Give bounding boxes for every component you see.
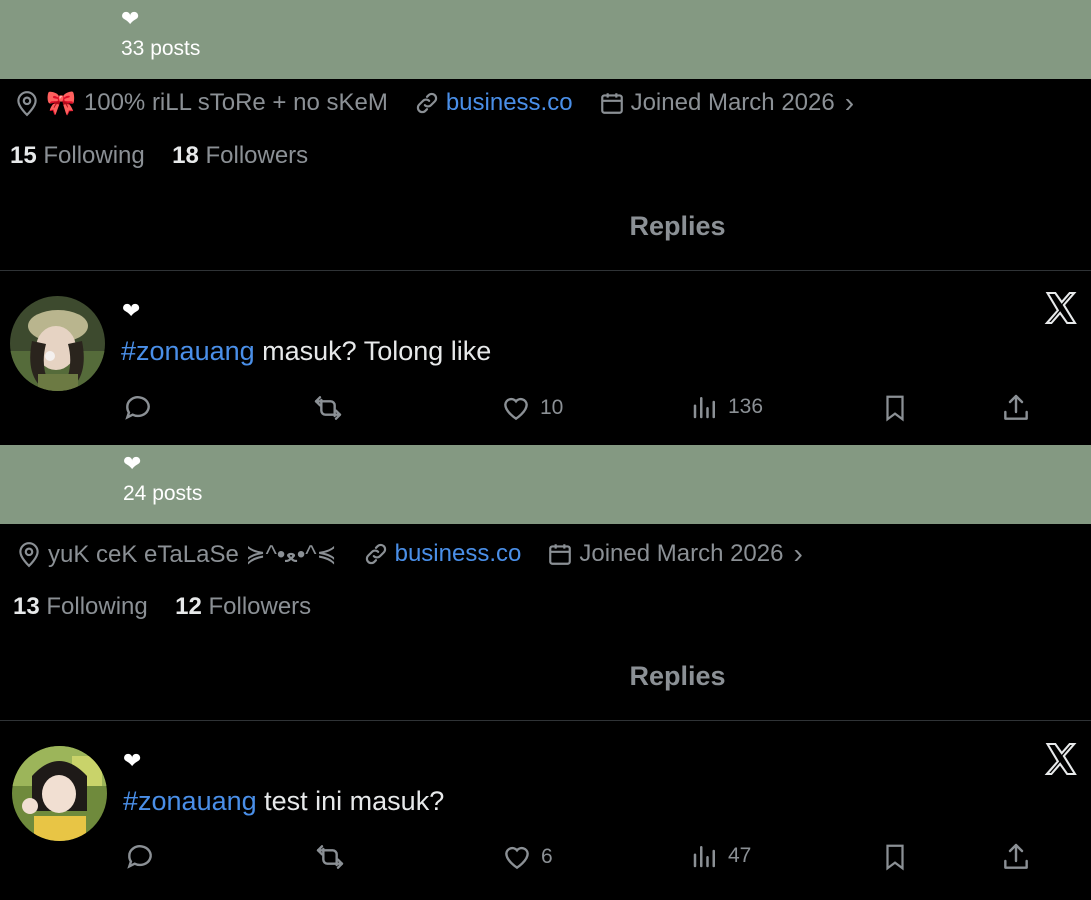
profile-meta-row: yuK ceK eTaLaSe ≽^•ﻌ•^≼ business.co Join… [16,538,803,570]
calendar-icon [547,541,573,567]
followers-link[interactable]: 12 Followers [175,593,311,620]
share-button[interactable] [1000,841,1032,873]
profile-website-link[interactable]: business.co [446,89,573,117]
divider [0,270,1091,271]
heart-outline-icon [505,846,529,870]
calendar-icon [599,90,625,116]
views-button[interactable]: 47 [690,841,751,871]
following-link[interactable]: 15 Following [10,142,145,169]
followers-link[interactable]: 18 Followers [172,142,308,169]
x-logo-icon [1044,291,1077,325]
bookmark-button[interactable] [880,841,910,873]
share-icon [1004,843,1028,869]
profile-card-1: ❤ 33 posts 🎀 100% riLL sToRe + no sKeM b… [0,0,1091,445]
bookmark-icon [886,844,904,871]
link-icon [414,90,440,116]
x-logo-icon [1044,742,1077,776]
heart-icon: ❤ [123,451,142,476]
views-icon [693,397,715,419]
post-text: #zonauang test ini masuk? [123,786,445,816]
profile-header-banner: ❤ 33 posts [0,0,1091,79]
reply-button[interactable] [124,841,156,873]
tab-replies[interactable]: Replies [0,661,1091,692]
heart-outline-icon [504,397,528,421]
bookmark-icon [886,395,904,422]
profile-meta-row: 🎀 100% riLL sToRe + no sKeM business.co … [14,87,854,119]
tab-replies[interactable]: Replies [0,211,1091,242]
heart-icon: ❤ [123,748,142,773]
view-count: 136 [728,395,764,418]
chevron-right-icon[interactable]: › [793,538,802,570]
share-icon [1004,394,1028,420]
repost-icon [316,845,344,869]
post-actions: 6 47 [0,841,1091,873]
views-button[interactable]: 136 [690,392,763,422]
post-count: 24 posts [123,482,203,505]
hashtag-link[interactable]: #zonauang [121,336,255,366]
hashtag-link[interactable]: #zonauang [123,786,257,816]
joined-date: Joined March 2026 [579,540,784,567]
repost-button[interactable] [311,392,345,424]
divider [0,720,1091,721]
repost-button[interactable] [313,841,347,873]
heart-icon: ❤ [122,298,141,323]
avatar[interactable] [12,746,107,841]
repost-icon [314,396,342,420]
profile-card-2: ❤ 24 posts yuK ceK eTaLaSe ≽^•ﻌ•^≼ busin… [0,445,1091,900]
post-text: #zonauang masuk? Tolong like [121,336,492,366]
like-count: 6 [541,845,553,868]
heart-icon: ❤ [121,6,140,31]
follow-stats: 15 Following 18 Followers [10,142,308,170]
link-icon [363,541,389,567]
bow-emoji: 🎀 [46,89,76,117]
location-pin-icon [14,89,40,117]
post-count: 33 posts [121,37,201,60]
location-pin-icon [16,540,42,568]
like-button[interactable]: 10 [500,392,563,424]
joined-date: Joined March 2026 [630,89,835,116]
reply-button[interactable] [122,392,154,424]
follow-stats: 13 Following 12 Followers [13,593,311,621]
following-link[interactable]: 13 Following [13,593,148,620]
profile-header-banner: ❤ 24 posts [0,445,1091,524]
views-icon [693,846,715,868]
avatar[interactable] [10,296,105,391]
profile-location: 100% riLL sToRe + no sKeM [83,89,388,116]
profile-website-link[interactable]: business.co [395,540,522,568]
like-count: 10 [540,396,564,419]
reply-icon [127,845,152,869]
chevron-right-icon[interactable]: › [845,87,854,119]
post-actions: 10 136 [0,392,1091,424]
bookmark-button[interactable] [880,392,910,424]
reply-icon [125,396,150,420]
like-button[interactable]: 6 [501,841,553,873]
view-count: 47 [728,844,752,867]
profile-location: yuK ceK eTaLaSe ≽^•ﻌ•^≼ [48,540,337,568]
share-button[interactable] [1000,392,1032,424]
